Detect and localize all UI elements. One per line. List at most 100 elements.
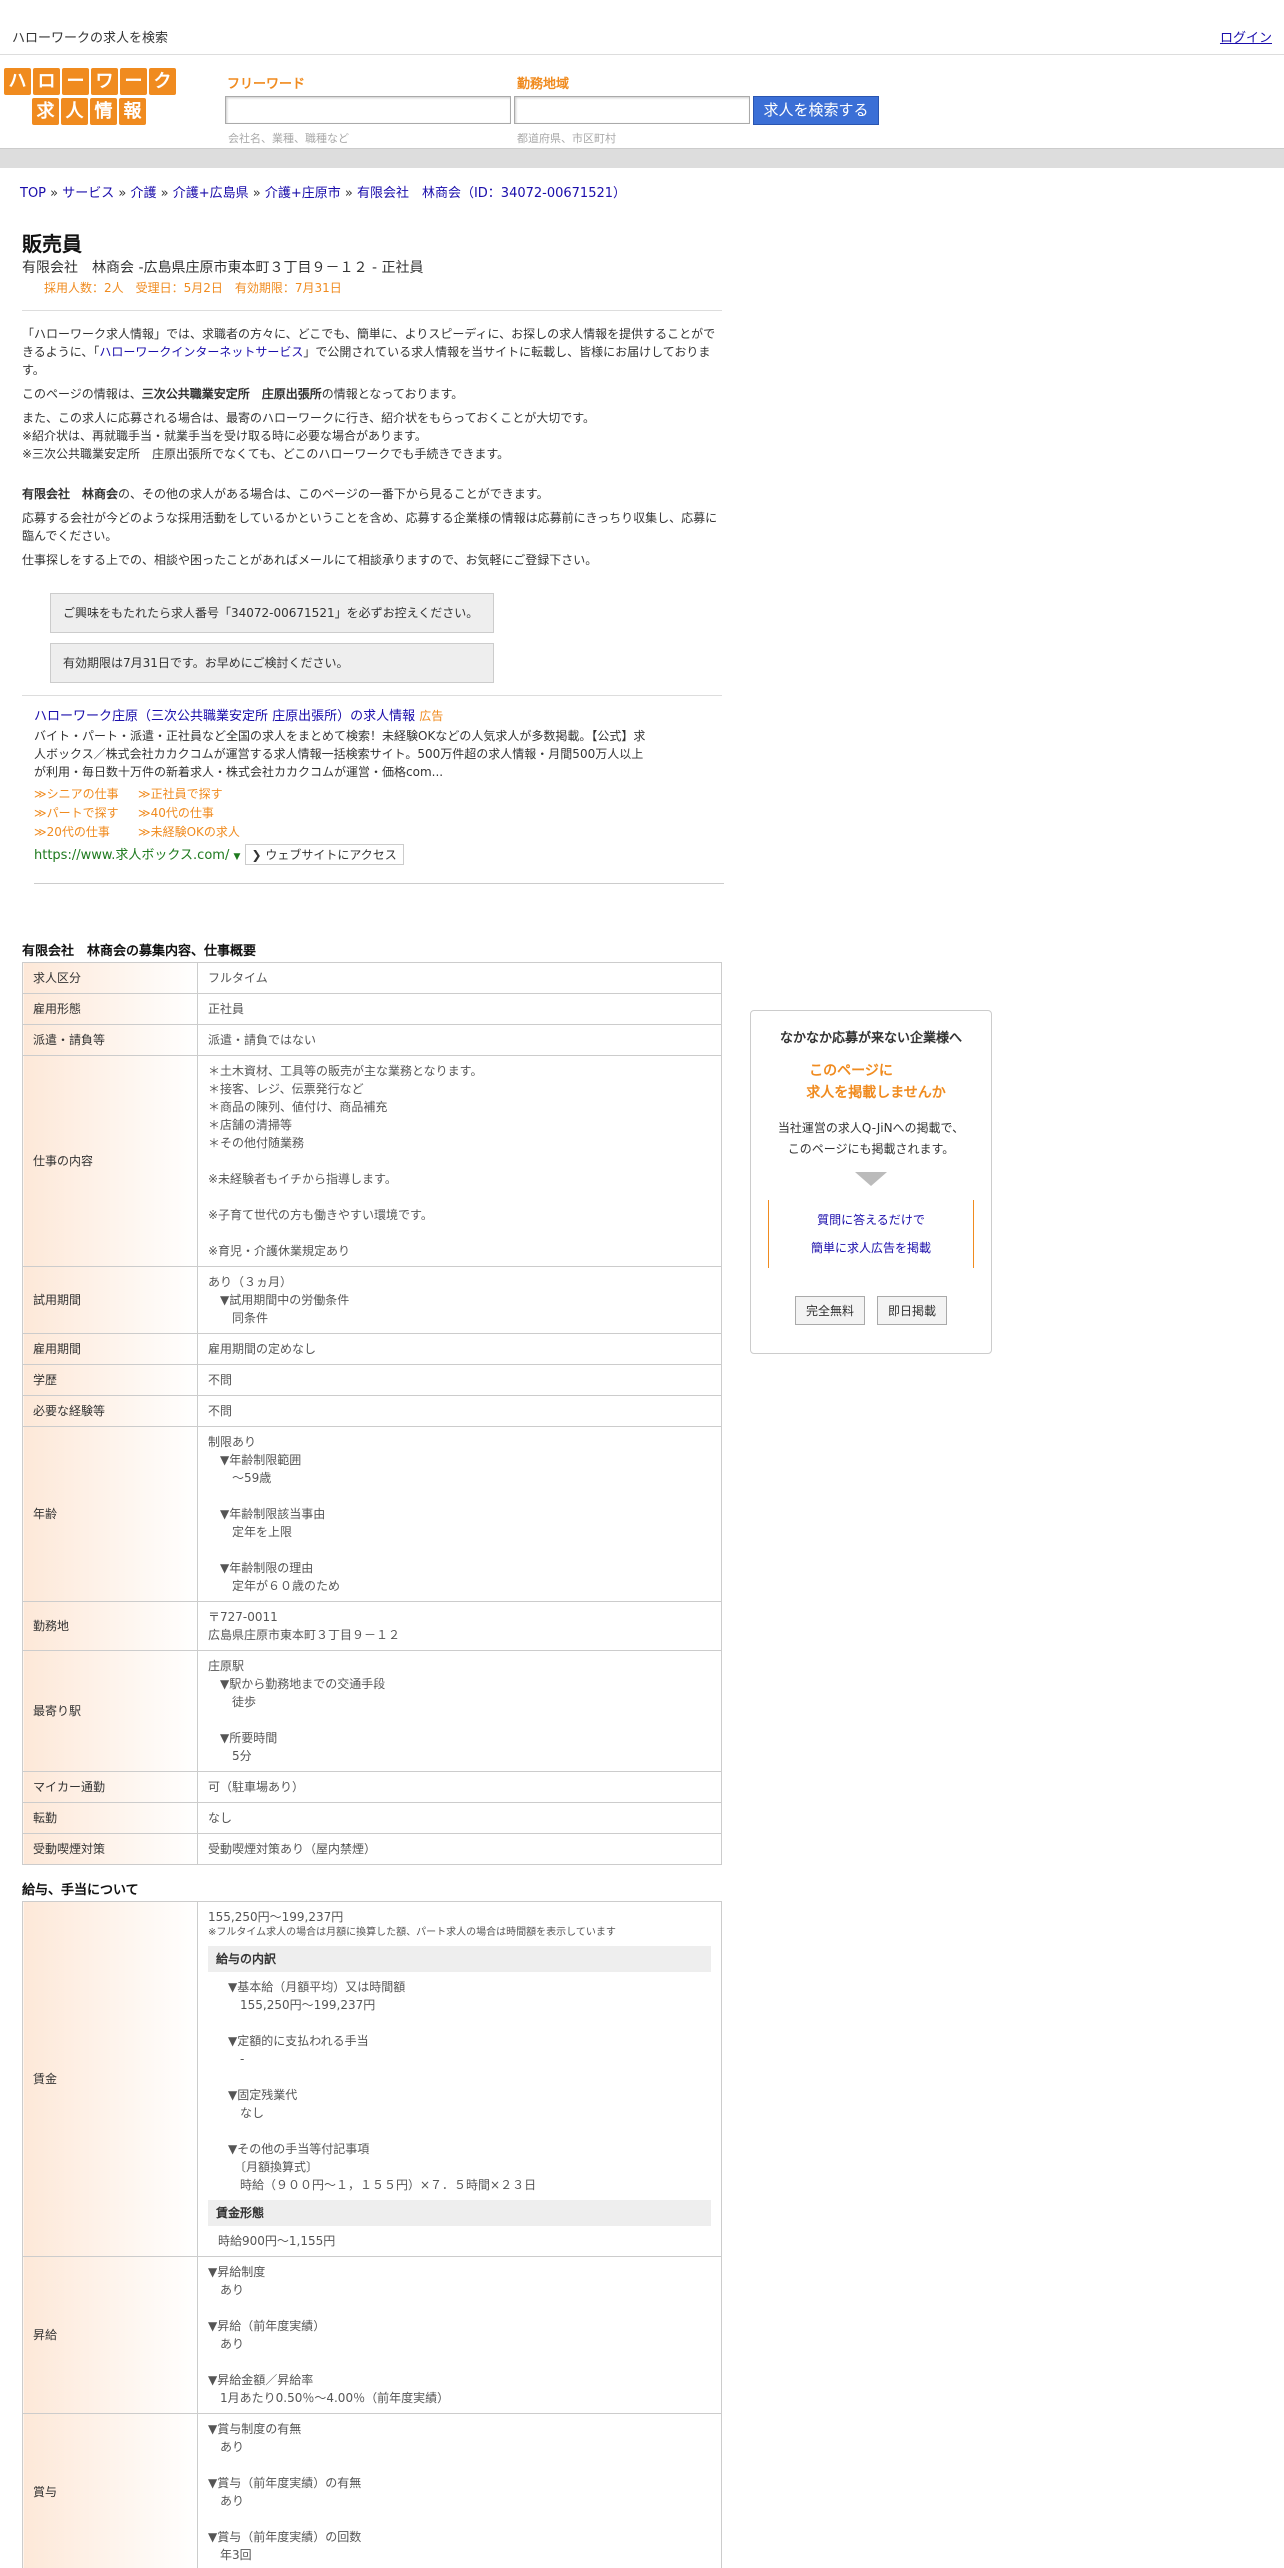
row-value: 雇用期間の定めなし bbox=[197, 1333, 722, 1365]
area-label: 勤務地域 bbox=[517, 77, 570, 92]
area-placeholder: 都道府県、市区町村 bbox=[517, 132, 616, 145]
keyword-input[interactable] bbox=[225, 96, 511, 124]
divider bbox=[34, 883, 724, 884]
wage-range: 155,250円〜199,237円 bbox=[208, 1910, 344, 1924]
wage-note: ※フルタイム求人の場合は月額に換算した額、パート求人の場合は時間額を表示していま… bbox=[208, 1927, 616, 1938]
row-value: 可（駐車場あり） bbox=[197, 1771, 722, 1803]
row-label: 仕事の内容 bbox=[22, 1055, 198, 1267]
overview-table: 求人区分 フルタイム 雇用形態 正社員 派遣・請負等 派遣・請負ではない 仕事の内容 ＊土木資… bbox=[22, 962, 722, 1865]
header: ハローワーク 求人情報 フリーワード 会社名、業種、職種など 勤務地域 都道府県… bbox=[0, 56, 1284, 148]
ad-description: バイト・パート・派遣・正社員など全国の求人をまとめて検索！未経験OKなどの人気求… bbox=[34, 729, 646, 779]
logo-char: 報 bbox=[119, 98, 146, 125]
table-row: 転勤 なし bbox=[22, 1802, 722, 1834]
intro-paragraph-4: 有限会社 林商会の、その他の求人がある場合は、このページの一番下から見ることがで… bbox=[22, 487, 549, 501]
crumb-service[interactable]: サービス bbox=[62, 186, 114, 201]
ad-link[interactable]: ≫未経験OKの求人 bbox=[138, 825, 240, 839]
notice-expiry: 有効期限は7月31日です。お早めにご検討ください。 bbox=[50, 643, 494, 683]
row-label: 受動喫煙対策 bbox=[22, 1833, 198, 1865]
row-label: 賞与 bbox=[22, 2413, 198, 2568]
row-value: 庄原駅 ▼駅から勤務地までの交通手段 徒歩 ▼所要時間 5分 bbox=[197, 1650, 722, 1772]
row-label: 必要な経験等 bbox=[22, 1395, 198, 1427]
promo-link-question[interactable]: 質問に答えるだけで bbox=[817, 1213, 925, 1227]
free-button[interactable]: 完全無料 bbox=[794, 1296, 865, 1325]
site-title: ハローワークの求人を検索 bbox=[12, 31, 169, 46]
table-row: 昇給 ▼昇給制度 あり ▼昇給（前年度実績） あり ▼昇給金額／昇給率 1月あたり0… bbox=[22, 2256, 722, 2414]
hellowork-internet-link[interactable]: ハローワークインターネットサービス bbox=[99, 345, 303, 359]
divider-bar bbox=[0, 148, 1284, 168]
logo-char: 情 bbox=[90, 98, 117, 125]
row-value: ＊土木資材、工具等の販売が主な業務となります。 ＊接客、レジ、伝票発行など ＊商品の… bbox=[197, 1055, 722, 1267]
job-meta: 採用人数：2人 受理日：5月2日 有効期限：7月31日 bbox=[44, 281, 342, 295]
row-value: ▼昇給制度 あり ▼昇給（前年度実績） あり ▼昇給金額／昇給率 1月あたり0.50… bbox=[197, 2256, 722, 2414]
form-value: 時給900円〜1,155円 bbox=[218, 2234, 336, 2248]
row-label: 勤務地 bbox=[22, 1601, 198, 1651]
site-logo[interactable]: ハローワーク 求人情報 bbox=[4, 68, 180, 126]
row-value: 不問 bbox=[197, 1364, 722, 1396]
row-value: 155,250円〜199,237円 ※フルタイム求人の場合は月額に換算した額、パ… bbox=[197, 1901, 722, 2257]
visit-website-button[interactable]: ❯ ウェブサイトにアクセス bbox=[244, 844, 404, 865]
row-value: 派遣・請負ではない bbox=[197, 1024, 722, 1056]
promo-buttons: 完全無料 即日掲載 bbox=[751, 1296, 991, 1325]
logo-char: 人 bbox=[61, 98, 88, 125]
row-label: 転勤 bbox=[22, 1802, 198, 1834]
promo-link-post[interactable]: 簡単に求人広告を掲載 bbox=[811, 1241, 931, 1255]
ad-link[interactable]: ≫40代の仕事 bbox=[138, 806, 214, 820]
ad-link[interactable]: ≫20代の仕事 bbox=[34, 823, 138, 842]
table-row: 求人区分 フルタイム bbox=[22, 962, 722, 994]
ad-badge: 広告 bbox=[419, 709, 444, 723]
row-label: 最寄り駅 bbox=[22, 1650, 198, 1772]
main-content: 販売員 有限会社 林商会 -広島県庄原市東本町３丁目９－１２ - 正社員 採用人… bbox=[22, 230, 724, 2568]
row-label: 雇用形態 bbox=[22, 993, 198, 1025]
crumb-company[interactable]: 有限会社 林商会（ID：34072-00671521） bbox=[357, 186, 626, 201]
ad-title-link[interactable]: ハローワーク庄原（三次公共職業安定所 庄原出張所）の求人情報 bbox=[34, 709, 415, 724]
search-button[interactable]: 求人を検索する bbox=[753, 96, 879, 125]
breakdown-list: ▼基本給（月額平均）又は時間額 155,250円〜199,237円 ▼定額的に支払… bbox=[228, 1980, 537, 2192]
row-value: フルタイム bbox=[197, 962, 722, 994]
divider bbox=[22, 695, 722, 696]
table-row: 学歴 不問 bbox=[22, 1364, 722, 1396]
crumb-top[interactable]: TOP bbox=[20, 186, 46, 201]
table-row: 雇用形態 正社員 bbox=[22, 993, 722, 1025]
logo-char: ー bbox=[120, 68, 147, 95]
form-title: 賃金形態 bbox=[208, 2200, 711, 2226]
row-label: 昇給 bbox=[22, 2256, 198, 2414]
intro-paragraph-2: このページの情報は、三次公共職業安定所 庄原出張所の情報となっております。 bbox=[22, 387, 464, 401]
salary-heading: 給与、手当について bbox=[22, 1883, 139, 1898]
promo-title: なかなか応募が来ない企業様へ bbox=[779, 1031, 962, 1046]
keyword-label: フリーワード bbox=[227, 77, 306, 92]
job-title: 販売員 bbox=[22, 232, 82, 256]
ad-link[interactable]: ≫正社員で探す bbox=[138, 787, 223, 801]
table-row: 勤務地 〒727-0011 広島県庄原市東本町３丁目９－１２ bbox=[22, 1601, 722, 1651]
intro-paragraph-6: 仕事探しをする上での、相談や困ったことがあればメールにて相談承りますので、お気軽… bbox=[22, 553, 598, 567]
crumb-kaigo-shobara[interactable]: 介護+庄原市 bbox=[265, 186, 341, 201]
area-input[interactable] bbox=[514, 96, 750, 124]
overview-heading: 有限会社 林商会の募集内容、仕事概要 bbox=[22, 944, 257, 959]
chevron-down-icon[interactable]: ▼ bbox=[233, 852, 240, 862]
table-row: 派遣・請負等 派遣・請負ではない bbox=[22, 1024, 722, 1056]
same-day-button[interactable]: 即日掲載 bbox=[877, 1296, 948, 1325]
table-row: 最寄り駅 庄原駅 ▼駅から勤務地までの交通手段 徒歩 ▼所要時間 5分 bbox=[22, 1650, 722, 1772]
row-label: 年齢 bbox=[22, 1426, 198, 1602]
row-label: マイカー通勤 bbox=[22, 1771, 198, 1803]
job-subtitle: 有限会社 林商会 -広島県庄原市東本町３丁目９－１２ - 正社員 bbox=[22, 260, 424, 276]
ad-url[interactable]: https://www.求人ボックス.com/ bbox=[34, 848, 229, 863]
breakdown-title: 給与の内訳 bbox=[208, 1946, 711, 1972]
row-label: 派遣・請負等 bbox=[22, 1024, 198, 1056]
promo-desc: 当社運営の求人Q-JiNへの掲載で、 このページにも掲載されます。 bbox=[777, 1121, 965, 1156]
logo-line-2: 求人情報 bbox=[4, 98, 180, 125]
row-value: 〒727-0011 広島県庄原市東本町３丁目９－１２ bbox=[197, 1601, 722, 1651]
table-row: 受動喫煙対策 受動喫煙対策あり（屋内禁煙） bbox=[22, 1833, 722, 1865]
crumb-kaigo-hiroshima[interactable]: 介護+広島県 bbox=[173, 186, 249, 201]
logo-char: ー bbox=[62, 68, 89, 95]
table-row: 賞与 ▼賞与制度の有無 あり ▼賞与（前年度実績）の有無 あり ▼賞与（前年度実績）… bbox=[22, 2413, 722, 2568]
ad-link[interactable]: ≫パートで探す bbox=[34, 804, 138, 823]
row-label: 学歴 bbox=[22, 1364, 198, 1396]
logo-char: 求 bbox=[32, 98, 59, 125]
ad-link[interactable]: ≫シニアの仕事 bbox=[34, 785, 138, 804]
login-link[interactable]: ログイン bbox=[1220, 27, 1272, 46]
crumb-kaigo[interactable]: 介護 bbox=[130, 186, 156, 201]
divider bbox=[22, 310, 722, 311]
row-value: 制限あり ▼年齢制限範囲 〜59歳 ▼年齢制限該当事由 定年を上限 ▼年齢制限の… bbox=[197, 1426, 722, 1602]
row-value: 不問 bbox=[197, 1395, 722, 1427]
row-value: なし bbox=[197, 1802, 722, 1834]
